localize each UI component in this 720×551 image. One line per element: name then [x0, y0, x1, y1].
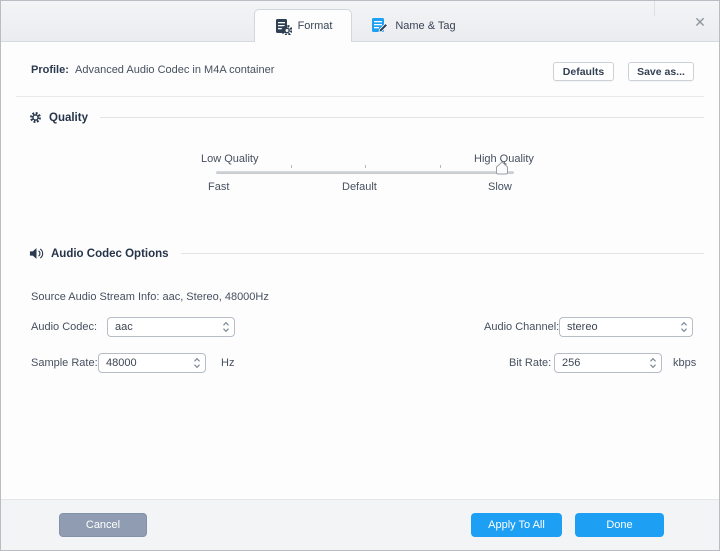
slider-tick	[439, 165, 441, 168]
format-settings-dialog: Format Name & Tag ✕ Profile: Advanced Au…	[0, 0, 720, 551]
cancel-button[interactable]: Cancel	[59, 513, 147, 537]
low-quality-label: Low Quality	[201, 153, 259, 165]
slow-label: Slow	[488, 181, 512, 193]
audio-codec-label: Audio Codec:	[31, 321, 98, 333]
close-icon[interactable]: ✕	[691, 13, 709, 31]
bit-rate-spinner[interactable]: 256	[554, 353, 662, 373]
quality-header-rule	[99, 117, 704, 118]
bit-rate-unit: kbps	[673, 357, 697, 369]
format-tab-icon	[274, 18, 292, 35]
audio-header-rule	[180, 253, 704, 254]
apply-to-all-button[interactable]: Apply To All	[471, 513, 562, 537]
profile-value: Advanced Audio Codec in M4A container	[75, 64, 275, 76]
audio-header-label: Audio Codec Options	[51, 247, 169, 260]
audio-channel-label: Audio Channel:	[484, 321, 560, 333]
slider-tick	[290, 165, 292, 168]
stepper-arrows-icon	[193, 357, 201, 369]
defaults-button[interactable]: Defaults	[553, 62, 614, 81]
tab-name-tag-label: Name & Tag	[395, 19, 456, 32]
tab-format-label: Format	[297, 20, 333, 32]
sample-rate-value: 48000	[106, 357, 137, 369]
sample-rate-label: Sample Rate:	[31, 357, 98, 369]
stepper-arrows-icon	[680, 321, 688, 333]
quality-slider-track[interactable]	[216, 161, 514, 175]
audio-channel-select[interactable]: stereo	[559, 317, 693, 337]
stepper-arrows-icon	[649, 357, 657, 369]
quality-header-label: Quality	[49, 111, 88, 124]
profile-label: Profile:	[31, 64, 69, 76]
sample-rate-unit: Hz	[221, 357, 235, 369]
source-audio-info: Source Audio Stream Info: aac, Stereo, 4…	[31, 291, 269, 303]
slider-tick	[365, 165, 366, 168]
bit-rate-label: Bit Rate:	[509, 357, 552, 369]
fast-label: Fast	[208, 181, 230, 193]
sample-rate-spinner[interactable]: 48000	[98, 353, 206, 373]
dialog-footer: Cancel Apply To All Done	[1, 499, 719, 550]
quality-section-header: Quality	[29, 111, 704, 124]
audio-codec-select[interactable]: aac	[107, 317, 235, 337]
audio-section-header: Audio Codec Options	[29, 247, 704, 260]
bit-rate-value: 256	[562, 357, 581, 369]
default-label: Default	[342, 181, 377, 193]
audio-codec-value: aac	[115, 321, 133, 333]
done-button[interactable]: Done	[575, 513, 664, 537]
name-tag-tab-icon	[370, 17, 389, 34]
save-as-button[interactable]: Save as...	[628, 62, 694, 81]
gear-icon	[29, 111, 42, 124]
stepper-arrows-icon	[222, 321, 230, 333]
tab-name-tag[interactable]: Name & Tag	[361, 9, 465, 42]
audio-channel-value: stereo	[567, 321, 598, 333]
profile-section-divider	[16, 96, 704, 97]
speaker-icon	[29, 247, 44, 260]
tab-format[interactable]: Format	[254, 9, 352, 42]
titlebar-separator	[654, 1, 655, 16]
tab-bar: Format Name & Tag ✕	[1, 1, 719, 42]
quality-slider-handle[interactable]	[496, 161, 509, 175]
